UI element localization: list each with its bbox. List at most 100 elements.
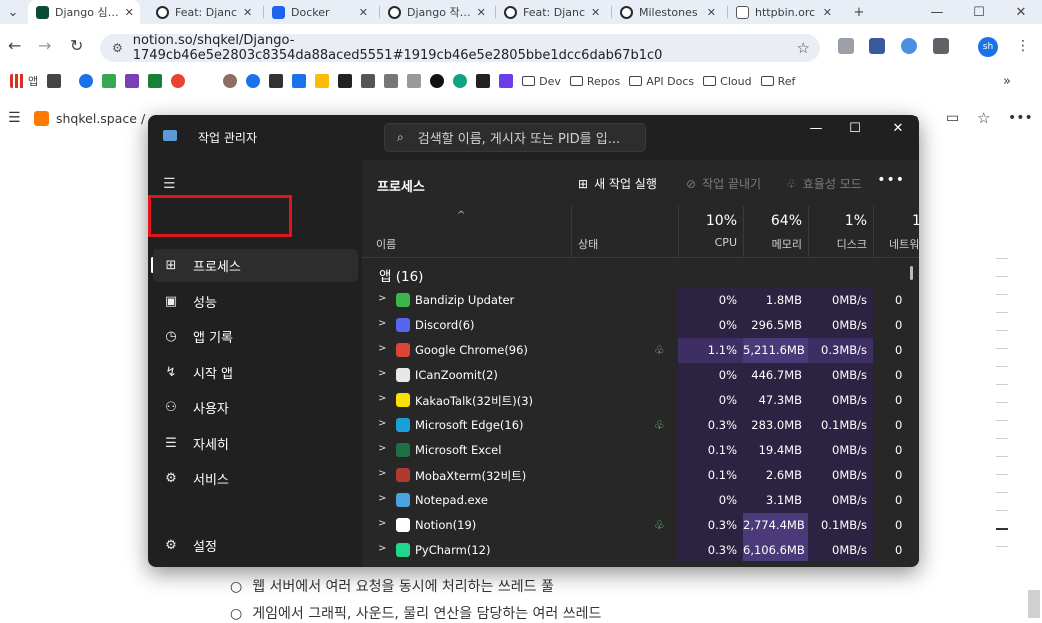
react-devtools-icon[interactable] [869,38,885,54]
bookmark-icon[interactable] [102,74,117,88]
bookmark-folder-cloud[interactable]: Cloud [703,75,752,88]
camera-icon[interactable] [838,38,854,54]
browser-tab-2[interactable]: Feat: Djanc ✕ [148,0,260,24]
bookmark-icon[interactable] [361,74,376,88]
nav-services[interactable]: ⚙ 서비스 [153,462,358,495]
bookmark-icon[interactable] [125,74,140,88]
hamburger-menu-icon[interactable]: ☰ [163,176,176,192]
maximize-icon[interactable]: ☐ [840,121,870,136]
more-bookmarks-icon[interactable]: » [1003,74,1011,89]
bookmark-icon[interactable] [292,74,307,88]
table-row[interactable]: > Notepad.exe 0% 3.1MB 0MB/s 0 [362,488,919,513]
bookmark-folder-dev[interactable]: Dev [522,75,561,88]
nav-details[interactable]: ☰ 자세히 [153,427,358,460]
new-tab-icon[interactable]: + [842,0,876,24]
chatgpt-icon[interactable] [453,74,468,88]
bookmark-icon[interactable] [223,74,238,88]
expand-chevron-icon[interactable]: > [378,468,386,479]
browser-tab-6[interactable]: Milestones ✕ [612,0,724,24]
nav-processes[interactable]: ⊞ 프로세스 [153,249,358,282]
bookmark-icon[interactable] [79,74,94,88]
sidebar-menu-icon[interactable]: ☰ [8,110,21,126]
minimize-icon[interactable]: — [801,121,831,136]
cell-mem: 19.4MB [743,438,808,463]
favorite-star-icon[interactable]: ☆ [977,109,990,127]
nav-settings[interactable]: ⚙ 설정 [153,529,358,562]
browser-tab-1[interactable]: Django 심… ✕ [28,0,140,24]
table-row[interactable]: > ICanZoomit(2) 0% 446.7MB 0MB/s 0 [362,363,919,388]
extension-icon[interactable] [901,38,917,54]
chatgpt-icon[interactable] [430,74,445,88]
table-row[interactable]: > Discord(6) 0% 296.5MB 0MB/s 0 [362,313,919,338]
minimize-window-icon[interactable]: — [920,0,954,24]
close-tab-icon[interactable]: ✕ [477,6,486,19]
expand-chevron-icon[interactable]: > [378,393,386,404]
back-icon[interactable]: ← [8,36,21,55]
comments-icon[interactable]: ▭ [946,110,959,126]
notion-icon[interactable] [338,74,353,88]
breadcrumb[interactable]: shqkel.space / [56,111,145,126]
close-tab-icon[interactable]: ✕ [823,6,832,19]
table-row[interactable]: > Notion(19) ♧ 0.3% 2,774.4MB 0.1MB/s 0 [362,513,919,538]
expand-chevron-icon[interactable]: > [378,318,386,329]
expand-chevron-icon[interactable]: > [378,293,386,304]
browser-tab-3[interactable]: Docker ✕ [264,0,376,24]
profile-avatar[interactable]: sh [978,37,998,57]
close-tab-icon[interactable]: ✕ [359,6,368,19]
nav-label: 프로세스 [193,260,241,275]
bookmark-folder-ref[interactable]: Ref [760,75,795,88]
close-tab-icon[interactable]: ✕ [125,6,134,19]
table-row[interactable]: > Microsoft Edge(16) ♧ 0.3% 283.0MB 0.1MB/s 0 [362,413,919,438]
bookmark-icon[interactable] [171,74,186,88]
expand-chevron-icon[interactable]: > [378,443,386,454]
bookmark-star-icon[interactable]: ☆ [797,39,810,57]
bookmark-icon[interactable] [476,74,491,88]
nav-app-history[interactable]: ◷ 앱 기록 [153,320,358,353]
bookmark-icon[interactable] [269,74,284,88]
bookmark-folder-repos[interactable]: Repos [569,75,620,88]
tab-search-chevron-icon[interactable]: ⌄ [0,0,26,24]
table-row[interactable]: > Microsoft Excel 0.1% 19.4MB 0MB/s 0 [362,438,919,463]
expand-chevron-icon[interactable]: > [378,343,386,354]
browser-tab-7[interactable]: httpbin.orc ✕ [728,0,840,24]
tab-groups-icon[interactable] [47,74,62,88]
table-row[interactable]: > PyCharm(12) 0.3% 6,106.6MB 0MB/s 0 [362,538,919,561]
bookmark-apps[interactable]: 앱 [10,73,38,89]
more-options-icon[interactable]: ••• [1008,110,1033,126]
reload-icon[interactable]: ↻ [70,36,83,55]
nav-startup-apps[interactable]: ↯ 시작 앱 [153,356,358,389]
expand-chevron-icon[interactable]: > [378,418,386,429]
table-row[interactable]: > MobaXterm(32비트) 0.1% 2.6MB 0MB/s 0 [362,463,919,488]
google-drive-icon[interactable] [315,74,330,88]
close-tab-icon[interactable]: ✕ [243,6,252,19]
nav-performance[interactable]: ▣ 성능 [153,285,358,318]
bookmark-icon[interactable] [148,74,163,88]
table-row[interactable]: > KakaoTalk(32비트)(3) 0% 47.3MB 0MB/s 0 [362,388,919,413]
bookmark-icon[interactable] [246,74,261,88]
browser-tab-4[interactable]: Django 작… ✕ [380,0,492,24]
extensions-puzzle-icon[interactable] [933,38,949,54]
expand-chevron-icon[interactable]: > [378,493,386,504]
bookmark-folder-api-docs[interactable]: API Docs [629,75,694,88]
forward-icon[interactable]: → [38,36,51,55]
table-row[interactable]: > Bandizip Updater 0% 1.8MB 0MB/s 0 [362,288,919,313]
close-window-icon[interactable]: ✕ [1004,0,1038,24]
nav-users[interactable]: ⚇ 사용자 [153,391,358,424]
expand-chevron-icon[interactable]: > [378,518,386,529]
bookmark-icon[interactable] [499,74,514,88]
process-search-input[interactable]: ⌕ 검색할 이름, 게시자 또는 PID를 입... [384,123,646,152]
expand-chevron-icon[interactable]: > [378,543,386,554]
browser-tab-5[interactable]: Feat: Djanc ✕ [496,0,608,24]
table-row[interactable]: > Google Chrome(96) ♧ 1.1% 5,211.6MB 0.3MB/s 0 [362,338,919,363]
close-tab-icon[interactable]: ✕ [707,6,716,19]
site-info-icon[interactable]: ⚙ [112,41,123,55]
close-icon[interactable]: ✕ [883,121,913,136]
chrome-menu-icon[interactable]: ⋮ [1016,38,1030,54]
maximize-window-icon[interactable]: ☐ [962,0,996,24]
page-scrollbar[interactable] [1028,590,1040,618]
address-bar[interactable]: ⚙ notion.so/shqkel/Django-1749cb46e5e280… [100,33,820,63]
bookmark-icon[interactable] [384,74,399,88]
bookmark-icon[interactable] [407,74,422,88]
close-tab-icon[interactable]: ✕ [591,6,600,19]
expand-chevron-icon[interactable]: > [378,368,386,379]
